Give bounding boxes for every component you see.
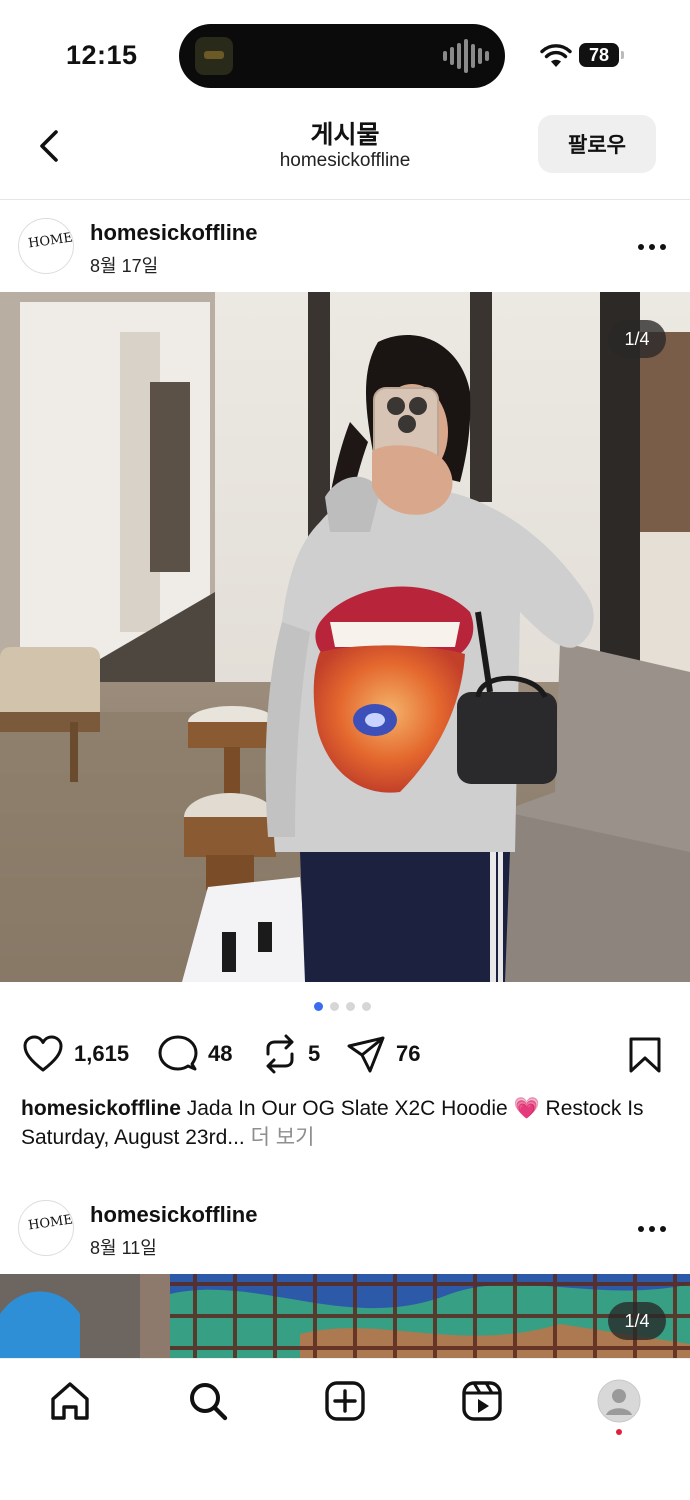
more-options-icon[interactable] bbox=[632, 1222, 672, 1236]
carousel-dot-active bbox=[314, 1002, 323, 1011]
carousel-indicator bbox=[314, 1002, 371, 1011]
more-options-icon[interactable] bbox=[632, 240, 672, 254]
post-image[interactable]: 1/4 bbox=[0, 292, 690, 982]
caption-username[interactable]: homesickoffline bbox=[21, 1097, 181, 1120]
svg-text:HOME SICK: HOME SICK bbox=[27, 225, 74, 251]
share-button[interactable]: 76 bbox=[346, 1034, 420, 1074]
homesick-logo-icon: HOME SICK bbox=[27, 1207, 74, 1233]
post-header-bar: 게시물 homesickoffline 팔로우 bbox=[0, 100, 690, 200]
like-button[interactable]: 1,615 bbox=[22, 1034, 129, 1074]
like-count: 1,615 bbox=[74, 1041, 130, 1066]
comment-icon bbox=[158, 1035, 198, 1071]
home-icon[interactable] bbox=[48, 1379, 92, 1423]
post-header: HOME SICK homesickoffline 8월 11일 bbox=[0, 1184, 690, 1274]
status-bar: 12:15 78 bbox=[0, 0, 690, 100]
post-username[interactable]: homesickoffline bbox=[90, 220, 257, 246]
comment-count: 48 bbox=[208, 1041, 233, 1066]
graffiti-gate-photo bbox=[0, 1274, 690, 1358]
caption-more-link[interactable]: 더 보기 bbox=[245, 1126, 315, 1149]
repost-button[interactable]: 5 bbox=[262, 1034, 320, 1074]
carousel-dot bbox=[362, 1002, 371, 1011]
wifi-icon bbox=[540, 44, 572, 67]
carousel-dot bbox=[330, 1002, 339, 1011]
post-actions: 1,615 48 5 76 bbox=[0, 1030, 690, 1078]
svg-text:HOME SICK: HOME SICK bbox=[27, 1207, 74, 1233]
image-counter: 1/4 bbox=[608, 320, 666, 358]
post-date: 8월 17일 bbox=[90, 256, 159, 276]
share-count: 76 bbox=[396, 1041, 421, 1066]
carousel-dot bbox=[346, 1002, 355, 1011]
homesick-logo-icon: HOME SICK bbox=[27, 225, 74, 251]
avatar[interactable]: HOME SICK bbox=[18, 1200, 74, 1256]
mirror-selfie-photo bbox=[0, 292, 690, 982]
audio-wave-icon bbox=[443, 38, 489, 74]
notification-dot bbox=[616, 1429, 622, 1435]
heart-icon bbox=[23, 1035, 63, 1072]
comment-button[interactable]: 48 bbox=[158, 1034, 232, 1074]
create-icon[interactable] bbox=[323, 1379, 367, 1423]
battery-level: 78 bbox=[579, 43, 619, 67]
post-date: 8월 11일 bbox=[90, 1238, 157, 1258]
post-caption: homesickoffline Jada In Our OG Slate X2C… bbox=[21, 1094, 661, 1152]
post-header: HOME SICK homesickoffline 8월 17일 bbox=[0, 202, 690, 292]
bottom-navigation bbox=[0, 1358, 690, 1500]
search-icon[interactable] bbox=[186, 1379, 230, 1423]
post-image[interactable]: 1/4 bbox=[0, 1274, 690, 1358]
dynamic-island[interactable] bbox=[179, 24, 505, 88]
bookmark-icon[interactable] bbox=[628, 1036, 662, 1074]
instagram-post-screen: 12:15 78 게시물 homesickoffline 팔로우 HOME ho… bbox=[0, 0, 690, 1500]
repost-count: 5 bbox=[308, 1041, 321, 1066]
avatar[interactable]: HOME SICK bbox=[18, 218, 74, 274]
now-playing-thumbnail bbox=[195, 37, 233, 75]
send-icon bbox=[347, 1036, 385, 1073]
battery-icon: 78 bbox=[579, 43, 625, 67]
follow-button[interactable]: 팔로우 bbox=[538, 115, 656, 173]
repost-icon bbox=[266, 1034, 294, 1074]
reels-icon[interactable] bbox=[460, 1379, 504, 1423]
status-time: 12:15 bbox=[66, 40, 138, 70]
profile-avatar[interactable] bbox=[597, 1379, 641, 1423]
image-counter: 1/4 bbox=[608, 1302, 666, 1340]
post-username[interactable]: homesickoffline bbox=[90, 1202, 257, 1228]
